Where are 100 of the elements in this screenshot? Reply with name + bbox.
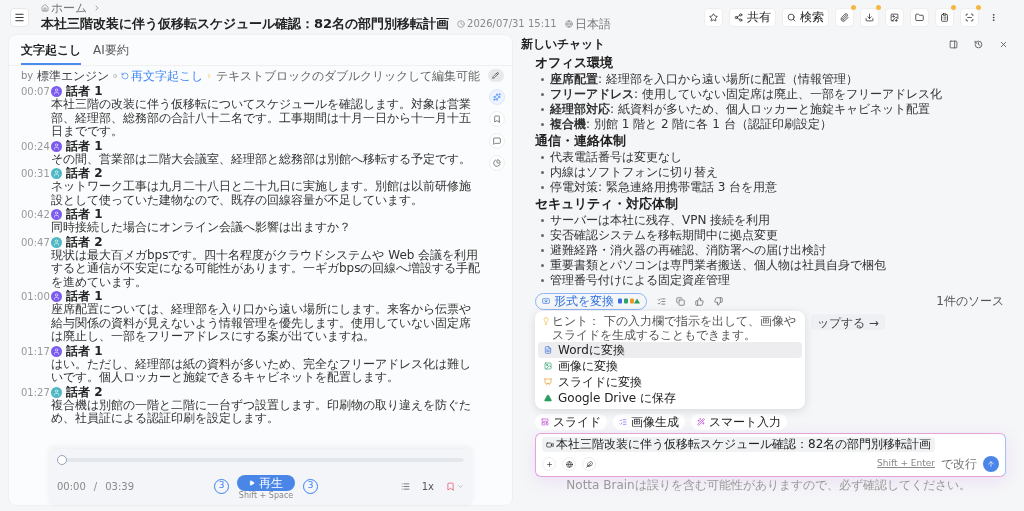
bullet-text: 経理部対応: 紙資料が多いため、個人ロッカーと施錠キャビネット配置 (550, 102, 930, 117)
progress-track[interactable] (57, 455, 464, 465)
wand-icon[interactable] (697, 418, 705, 426)
bookmark-icon[interactable] (446, 481, 455, 491)
bullet-text: 安否確認システムを移転期間中に拠点変更 (550, 228, 778, 243)
document-icon[interactable] (544, 346, 552, 354)
sources-label: 1件のソース (936, 293, 1004, 310)
duration: 03:39 (105, 479, 135, 494)
transcript-text[interactable]: その間、営業部は二階大会議室、経理部と総務部は別館へ移転する予定です。 (51, 152, 482, 166)
thumbs-down-icon[interactable] (714, 296, 723, 306)
transcript-text[interactable]: 複合機は別館の一階と二階に一台ずつ設置します。印刷物の取り違えを防ぐため、社員証による認証印刷を設定します。 (51, 398, 482, 426)
image-export-icon[interactable] (890, 12, 899, 22)
bullet-text: フリーアドレス: 使用していない固定席は廃止、一部をフリーアドレス化 (550, 87, 942, 102)
play-button[interactable]: 再生 (237, 475, 296, 491)
menu-item[interactable]: Wordに変換 (538, 342, 802, 358)
breadcrumb-link[interactable]: ホーム (51, 1, 87, 15)
download-icon[interactable] (860, 7, 879, 27)
edit-toggle[interactable] (487, 69, 504, 82)
speaker-name: 話者 1 (66, 85, 103, 98)
bullet-text: 管理番号付けによる固定資産管理 (550, 273, 730, 288)
clock-button[interactable] (489, 155, 505, 171)
section-heading: セキュリティ・対応体制 (535, 195, 679, 213)
progress-thumb[interactable] (57, 455, 67, 465)
retranscribe-link[interactable]: 再文字起こし (121, 66, 204, 85)
menu-icon[interactable] (14, 11, 25, 23)
image-icon[interactable] (544, 362, 552, 370)
suggestion-chip[interactable]: スライド (535, 414, 607, 430)
attached-recording[interactable]: 本社三階改装に伴う仮移転スケジュール確認：82名の部門別移転計画 (542, 437, 936, 452)
list-icon[interactable] (619, 418, 627, 426)
sparkle-icon[interactable] (493, 93, 501, 101)
comment-button[interactable] (489, 133, 505, 149)
speed-button[interactable]: 1x (421, 478, 434, 494)
shortcut-hint: Shift + Space (238, 491, 294, 501)
star-icon[interactable] (709, 12, 718, 22)
edit-tip: テキストブロックのダブルクリックして編集可能 (215, 67, 480, 85)
share-icon[interactable] (734, 12, 743, 22)
pencil-icon[interactable] (491, 72, 499, 79)
paperclip-icon[interactable] (840, 12, 849, 22)
transcript-text[interactable]: 同時接続した場合にオンライン会議へ影響は出ますか？ (51, 221, 482, 235)
panel-icon[interactable] (949, 39, 958, 49)
menu-item[interactable]: 画像に変換 (538, 358, 802, 374)
arrow-up-icon[interactable] (987, 460, 995, 468)
download-icon[interactable] (865, 12, 874, 22)
home-icon (41, 4, 49, 12)
bookmark-icon[interactable] (493, 115, 501, 123)
chat-title: 新しいチャット (521, 36, 605, 53)
pie-chart-icon[interactable] (493, 159, 501, 167)
share-button[interactable]: 共有 (729, 7, 776, 27)
transcript-text[interactable]: 座席配置については、経理部を入り口から遠い場所にします。来客から伝票や給与関係の資料が見えないよう情報管理を優先します。使用していない固定席は廃止し、一部をフリーアドレスにする案が出ていますね。 (51, 303, 482, 344)
bullet-text: 代表電話番号は変更なし (550, 150, 682, 165)
transcript-text[interactable]: ネットワーク工事は九月二十八日と二十九日に実施します。別館は以前研修施設として使っていた建物なので、既存の回線容量が不足しています。 (51, 180, 482, 207)
history-icon[interactable] (974, 39, 983, 49)
more-icon[interactable] (989, 12, 998, 22)
menu-button[interactable] (10, 7, 29, 27)
comment-icon[interactable] (493, 137, 501, 145)
bullet-text: 重要書類とパソコンは専門業者搬送、個人物は社員自身で梱包 (550, 258, 886, 273)
clipboard-icon[interactable] (940, 12, 949, 22)
clock-icon (457, 19, 466, 28)
follow-up-button[interactable]: ップする → (811, 314, 885, 330)
panel-tab[interactable]: 文字起こし (21, 41, 81, 65)
speaker-name: 話者 1 (66, 208, 103, 221)
time-separator: / (93, 479, 98, 494)
lightbulb-icon (542, 317, 550, 325)
folder-icon[interactable] (915, 12, 924, 22)
transcript-text[interactable]: 本社三階の改装に伴う仮移転についてスケジュールを確認します。対象は営業部、経理部、総務部の合計八十二名です。工事期間は十月一日から十一月十五日までです。 (51, 98, 482, 139)
document-title: 本社三階改装に伴う仮移転スケジュール確認：82名の部門別移転計画 (41, 15, 450, 32)
refresh-icon[interactable] (121, 71, 130, 80)
slide-icon[interactable] (541, 418, 549, 426)
current-time: 00:00 (57, 479, 86, 494)
menu-item[interactable]: Google Drive に保存 (538, 390, 802, 406)
close-icon[interactable] (999, 39, 1008, 49)
bookmark-button[interactable] (489, 111, 505, 127)
list-icon[interactable] (657, 296, 666, 306)
lightbulb-icon (207, 71, 212, 80)
suggestion-chip[interactable]: 画像生成 (613, 414, 685, 430)
search-icon[interactable] (787, 12, 796, 22)
copy-icon[interactable] (676, 296, 685, 306)
transcript-text[interactable]: 現状は最大百メガbpsです。四十名程度がクラウドシステムや Web 会議を利用すると通信が不安定になる可能性があります。一ギガbpsの回線へ増設する手配を進めています。 (51, 248, 482, 289)
section-heading: 通信・連絡体制 (535, 132, 627, 150)
menu-hint: ヒント： 下の入力欄で指示を出して、画像やスライドを生成することもできます。 (552, 314, 797, 342)
panel-tab[interactable]: AI要約 (93, 41, 129, 65)
import-icon[interactable] (542, 297, 550, 305)
scan-icon[interactable] (960, 7, 979, 27)
chat-input[interactable]: 本社三階改装に伴う仮移転スケジュール確認：82名の部門別移転計画 Shift + Enter で改行 (535, 433, 1006, 477)
sparkle-button[interactable] (489, 89, 505, 105)
suggestion-chip[interactable]: スマート入力 (691, 414, 787, 430)
bullet-text: サーバーは本社に残存、VPN 接続を利用 (550, 213, 771, 228)
transcript-text[interactable]: はい。ただし、経理部は紙の資料が多いため、完全なフリーアドレス化は難しいです。個人ロッカーと施錠できるキャビネットを配置します。 (51, 357, 482, 385)
video-icon (546, 440, 554, 449)
search-button[interactable]: 検索 (782, 7, 829, 27)
play-icon[interactable] (249, 480, 256, 486)
language-label: 日本語 (574, 15, 611, 33)
send-button[interactable] (983, 456, 999, 472)
date-time: 2026/07/31 15:11 (467, 17, 557, 31)
disclaimer: Notta Brainは誤りを含む可能性がありますので、必ず確認してください。 (566, 478, 971, 492)
list-icon[interactable] (400, 481, 410, 491)
scan-icon[interactable] (965, 12, 974, 22)
menu-item[interactable]: スライドに変換 (538, 374, 802, 390)
speaker-name: 話者 1 (66, 139, 103, 153)
thumbs-up-icon[interactable] (695, 296, 704, 306)
